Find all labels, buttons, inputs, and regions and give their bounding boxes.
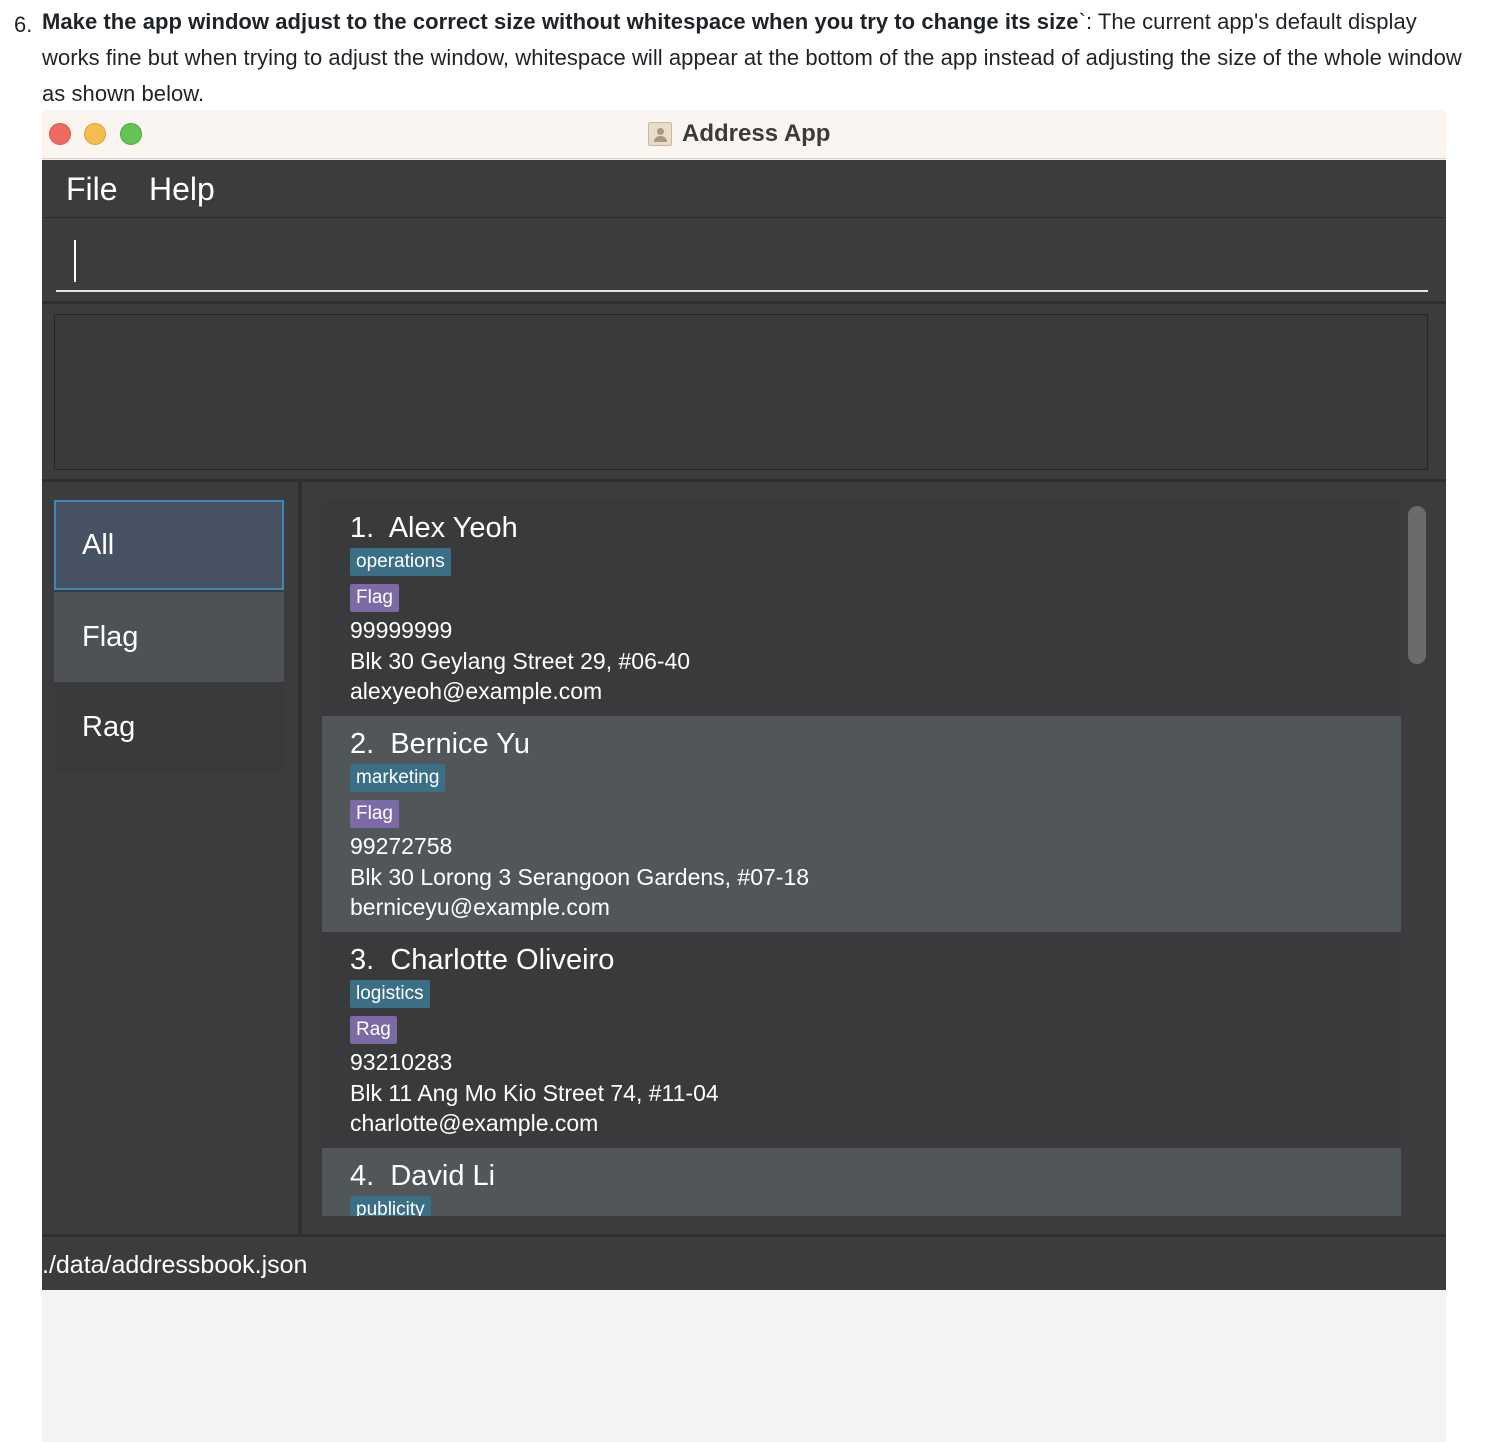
list-scrollbar[interactable] xyxy=(1404,500,1430,1216)
department-tag: marketing xyxy=(350,764,446,792)
main-area: All Flag Rag 1. Alex Yeoh operations Fla… xyxy=(42,482,1446,1234)
filter-sidebar: All Flag Rag xyxy=(42,482,302,1234)
person-phone: 93210283 xyxy=(350,1049,453,1075)
result-display-area xyxy=(42,304,1446,482)
maximize-window-button[interactable] xyxy=(120,123,142,145)
person-card[interactable]: 3. Charlotte Oliveiro logistics Rag 9321… xyxy=(322,932,1401,1148)
label-tag: Rag xyxy=(350,1016,397,1044)
person-list-panel: 1. Alex Yeoh operations Flag 99999999 Bl… xyxy=(306,482,1446,1234)
command-box-area xyxy=(42,218,1446,304)
person-phone: 99272758 xyxy=(350,833,453,859)
address-book-icon xyxy=(648,122,672,146)
scrollbar-thumb[interactable] xyxy=(1408,506,1426,664)
window-title-wrap: Address App xyxy=(648,120,830,148)
person-phone: 99999999 xyxy=(350,617,453,643)
person-name: 2. Bernice Yu xyxy=(350,728,531,760)
menu-bar: File Help xyxy=(42,160,1446,218)
label-tag: Flag xyxy=(350,584,399,612)
window-title: Address App xyxy=(682,120,831,147)
department-tag: publicity xyxy=(350,1196,431,1216)
sidebar-item-label: Rag xyxy=(82,711,136,743)
list-number: 6. xyxy=(14,12,33,37)
department-tag: operations xyxy=(350,548,451,576)
person-list[interactable]: 1. Alex Yeoh operations Flag 99999999 Bl… xyxy=(322,500,1402,1216)
sidebar-item-all[interactable]: All xyxy=(54,500,284,590)
person-card[interactable]: 1. Alex Yeoh operations Flag 99999999 Bl… xyxy=(322,500,1401,716)
save-file-path: ./data/addressbook.json xyxy=(42,1251,308,1279)
person-address: Blk 11 Ang Mo Kio Street 74, #11-04 xyxy=(350,1080,719,1106)
person-card[interactable]: 2. Bernice Yu marketing Flag 99272758 Bl… xyxy=(322,716,1401,932)
command-input[interactable] xyxy=(56,230,1428,292)
person-card[interactable]: 4. David Li publicity xyxy=(322,1148,1401,1216)
sidebar-item-label: Flag xyxy=(82,621,139,653)
person-address: Blk 30 Lorong 3 Serangoon Gardens, #07-1… xyxy=(350,864,810,890)
status-bar: ./data/addressbook.json xyxy=(42,1234,1446,1290)
person-address: Blk 30 Geylang Street 29, #06-40 xyxy=(350,648,691,674)
person-name: 4. David Li xyxy=(350,1160,496,1192)
department-tag: logistics xyxy=(350,980,430,1008)
doc-bold-heading: Make the app window adjust to the correc… xyxy=(42,9,1079,34)
text-caret xyxy=(74,240,76,282)
menu-file[interactable]: File xyxy=(66,169,118,209)
doc-backtick: ` xyxy=(1078,9,1086,34)
menu-help[interactable]: Help xyxy=(149,169,215,209)
close-window-button[interactable] xyxy=(49,123,71,145)
person-email: charlotte@example.com xyxy=(350,1110,599,1136)
person-email: alexyeoh@example.com xyxy=(350,678,603,704)
person-email: berniceyu@example.com xyxy=(350,894,610,920)
person-name: 1. Alex Yeoh xyxy=(350,512,518,544)
sidebar-item-label: All xyxy=(82,529,115,561)
sidebar-item-flag[interactable]: Flag xyxy=(54,592,284,682)
label-tag: Flag xyxy=(350,800,399,828)
bottom-whitespace xyxy=(42,1290,1446,1442)
app-window: Address App File Help All Flag Rag 1. Al… xyxy=(42,110,1446,1442)
title-bar[interactable]: Address App xyxy=(42,110,1446,159)
minimize-window-button[interactable] xyxy=(84,123,106,145)
doc-paragraph: Make the app window adjust to the correc… xyxy=(42,4,1462,112)
person-name: 3. Charlotte Oliveiro xyxy=(350,944,615,976)
result-display xyxy=(54,314,1428,470)
sidebar-item-rag[interactable]: Rag xyxy=(54,682,284,772)
